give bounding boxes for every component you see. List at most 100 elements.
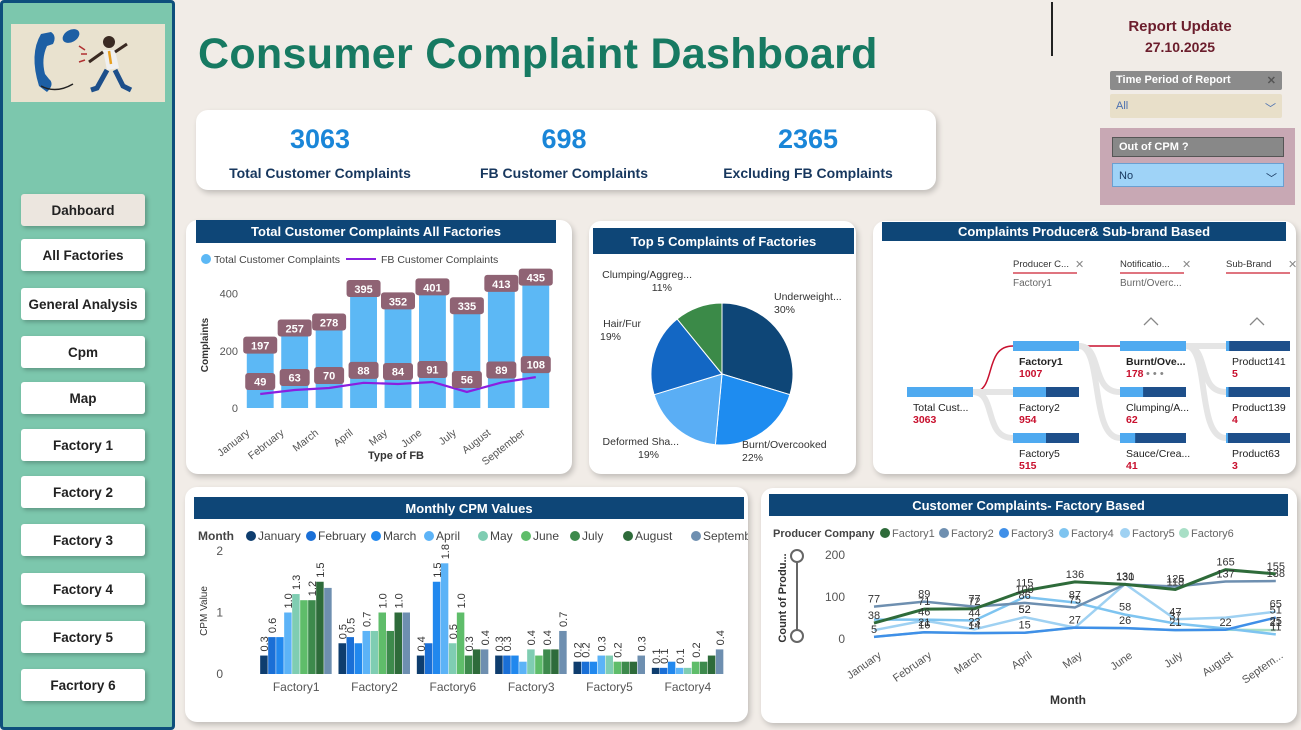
bar[interactable] [511,655,519,674]
bar[interactable] [637,655,646,674]
bar[interactable] [346,637,355,674]
monthly-cpm-chart: Month January February March April May June Jul… [198,529,748,694]
nav-button-all-factories[interactable]: All Factories [21,239,145,271]
bar[interactable] [613,661,622,674]
time-period-slicer: Time Period of Report ✕ All ﹀ [1110,71,1282,123]
bar[interactable] [519,661,527,674]
bar[interactable] [260,655,268,674]
bar[interactable] [597,655,606,674]
bar[interactable] [432,581,441,674]
bar[interactable] [362,630,371,674]
legend-marker [1059,528,1069,538]
point-label: 27 [1069,615,1081,627]
node-bar-bg[interactable] [1226,341,1290,351]
bar[interactable] [543,649,551,674]
out-of-cpm-dropdown[interactable]: No ﹀ [1112,163,1284,187]
bar[interactable] [487,289,515,408]
bar[interactable] [308,600,316,674]
bar-label: 1.3 [291,575,303,590]
bar[interactable] [370,630,379,674]
bar[interactable] [551,649,559,674]
bar[interactable] [384,307,412,408]
bar[interactable] [629,661,638,674]
bar[interactable] [448,643,457,674]
nav-button-cpm[interactable]: Cpm [21,336,145,368]
bar[interactable] [659,667,668,674]
slice-percent: 22% [742,452,763,464]
node-value: 62 [1126,414,1138,426]
close-icon[interactable]: ✕ [1182,259,1191,271]
bar[interactable] [300,600,308,674]
node-value: 954 [1019,414,1037,426]
bar-label: 1.8 [440,544,452,559]
bar[interactable] [691,661,700,674]
legend-label: June [533,529,559,543]
bar-label: 0.7 [362,612,374,627]
bar[interactable] [503,655,511,674]
range-slider-handle[interactable] [790,549,804,563]
range-slider-handle[interactable] [790,629,804,643]
y-tick-label: 200 [825,548,845,562]
phone-person-illustration [11,24,165,102]
bar[interactable] [394,612,403,675]
chevron-up-icon[interactable] [1143,317,1159,326]
bar[interactable] [440,563,449,674]
close-icon[interactable]: ✕ [1075,259,1084,271]
bar[interactable] [581,661,590,674]
bar[interactable] [350,295,377,408]
ellipsis-icon[interactable]: • • • [1146,368,1164,380]
nav-button-factory-2[interactable]: Factory 2 [21,476,145,508]
bar[interactable] [402,612,411,675]
bar[interactable] [573,661,582,674]
bar-label: 0.3 [464,636,476,651]
bar-label: 0.4 [715,630,727,645]
bar[interactable] [527,649,535,674]
chevron-up-icon[interactable] [1249,317,1265,326]
x-tick-label: July [1162,649,1185,670]
bar[interactable] [276,637,284,674]
bar[interactable] [559,630,567,674]
bar[interactable] [495,655,503,674]
chevron-down-icon: ﹀ [1265,103,1276,115]
node-bar-bg[interactable] [1226,433,1290,443]
bar[interactable] [386,630,395,674]
bar[interactable] [589,661,598,674]
bar[interactable] [707,655,716,674]
close-icon[interactable]: ✕ [1267,74,1276,87]
bar[interactable] [338,643,347,674]
close-icon[interactable]: ✕ [1288,259,1296,271]
x-tick-label: Factory6 [429,680,476,694]
bar[interactable] [715,649,724,674]
bar[interactable] [416,655,425,674]
node-value: 41 [1126,460,1138,472]
bar[interactable] [464,655,473,674]
bar-label: 1.5 [315,562,327,577]
bar[interactable] [324,587,332,674]
bar[interactable] [621,661,630,674]
nav-button-factory-4[interactable]: Factory 4 [21,573,145,605]
nav-button-facrtory-6[interactable]: Facrtory 6 [21,669,145,701]
bar[interactable] [535,655,543,674]
bar[interactable] [683,667,692,674]
bar[interactable] [378,612,387,675]
bar[interactable] [522,283,550,408]
nav-button-dahboard[interactable]: Dahboard [21,194,145,226]
node-bar-bg[interactable] [1226,387,1290,397]
bar[interactable] [419,293,446,408]
nav-button-factory-5[interactable]: Factory 5 [21,621,145,653]
bar[interactable] [651,667,660,674]
nav-button-factory-1[interactable]: Factory 1 [21,429,145,461]
x-tick-label: April [1009,650,1034,672]
nav-button-general-analysis[interactable]: General Analysis [21,288,145,320]
bar[interactable] [284,612,292,675]
point-label: 38 [868,610,880,622]
nav-button-factory-3[interactable]: Factory 3 [21,524,145,556]
bar[interactable] [472,649,481,674]
bar[interactable] [453,312,481,408]
bar[interactable] [675,667,684,674]
bar[interactable] [354,643,363,674]
nav-button-map[interactable]: Map [21,382,145,414]
bar[interactable] [699,661,708,674]
time-period-dropdown[interactable]: All ﹀ [1110,94,1282,118]
bar[interactable] [480,649,489,674]
